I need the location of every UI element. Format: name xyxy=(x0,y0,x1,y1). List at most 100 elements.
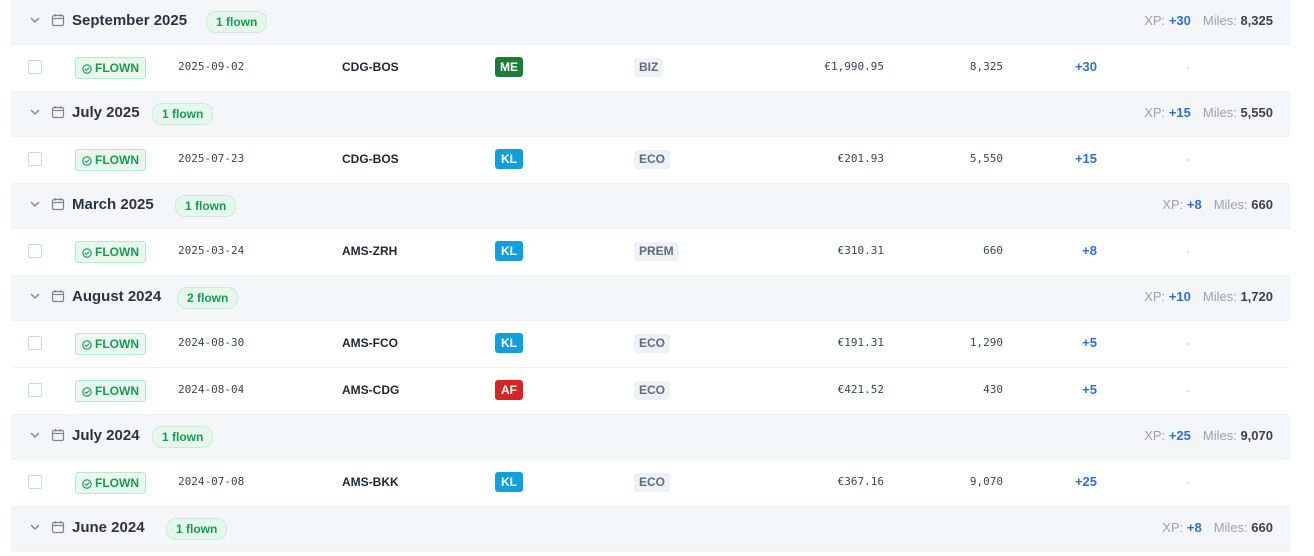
flight-date: 2025-03-24 xyxy=(178,244,245,257)
flight-price: €201.93 xyxy=(837,152,884,165)
flight-price: €310.31 xyxy=(837,244,884,257)
check-circle-icon xyxy=(82,61,95,75)
flight-miles: 5,550 xyxy=(969,152,1003,165)
check-circle-icon xyxy=(82,337,95,351)
flight-miles: 1,290 xyxy=(969,336,1003,349)
month-title: August 2024 xyxy=(72,288,162,305)
miles-label: Miles: xyxy=(1213,520,1248,535)
miles-label: Miles: xyxy=(1202,13,1237,28)
miles-label: Miles: xyxy=(1213,197,1248,212)
check-circle-icon xyxy=(82,476,95,490)
flight-miles: 8,325 xyxy=(969,60,1003,73)
flight-row[interactable]: FLOWN 2024-08-30 AMS-FCO KL ECO €191.31 1,290 +… xyxy=(11,321,1290,368)
month-title: March 2025 xyxy=(72,196,154,213)
flight-date: 2025-07-23 xyxy=(178,152,245,165)
flown-count-badge: 1 flown xyxy=(175,195,237,217)
flight-xp: +25 xyxy=(1074,474,1097,489)
flight-xp: +15 xyxy=(1074,151,1097,166)
cabin-class-badge: ECO xyxy=(634,334,671,353)
miles-total: 1,720 xyxy=(1240,289,1273,304)
check-circle-icon xyxy=(82,245,95,259)
calendar-icon xyxy=(51,13,65,27)
flight-date: 2024-08-04 xyxy=(178,383,245,396)
status-label: FLOWN xyxy=(95,337,139,351)
month-title: July 2025 xyxy=(72,104,140,121)
flight-route: AMS-ZRH xyxy=(342,244,398,258)
row-select-checkbox[interactable] xyxy=(28,336,42,350)
miles-label: Miles: xyxy=(1202,289,1237,304)
flight-xp: +30 xyxy=(1074,59,1097,74)
cabin-class-badge: ECO xyxy=(634,473,671,492)
row-select-checkbox[interactable] xyxy=(28,60,42,74)
calendar-icon xyxy=(51,105,65,119)
month-summary: XP: +8 Miles: 660 xyxy=(1162,507,1273,551)
check-circle-icon xyxy=(82,384,95,398)
xp-total: +8 xyxy=(1186,197,1202,212)
row-select-checkbox[interactable] xyxy=(28,383,42,397)
month-title: September 2025 xyxy=(72,12,188,29)
miles-total: 660 xyxy=(1251,197,1273,212)
xp-label: XP: xyxy=(1144,428,1166,443)
cabin-class-badge: ECO xyxy=(634,150,671,169)
status-badge: FLOWN xyxy=(75,149,146,171)
month-group-header[interactable]: June 2024 1 flown XP: +8 Miles: 660 xyxy=(11,507,1290,552)
empty-cell: - xyxy=(1186,60,1190,74)
flight-date: 2024-08-30 xyxy=(178,336,245,349)
calendar-icon xyxy=(51,289,65,303)
calendar-icon xyxy=(51,428,65,442)
chevron-down-icon[interactable] xyxy=(28,520,42,534)
flight-route: AMS-FCO xyxy=(342,336,398,350)
miles-label: Miles: xyxy=(1202,105,1237,120)
airline-badge: AF xyxy=(495,380,523,400)
xp-label: XP: xyxy=(1144,105,1166,120)
month-group-header[interactable]: September 2025 1 flown XP: +30 Miles: 8,325 xyxy=(11,0,1290,45)
status-badge: FLOWN xyxy=(75,57,146,79)
airline-badge: KL xyxy=(495,241,523,261)
flight-row[interactable]: FLOWN 2025-03-24 AMS-ZRH KL PREM €310.31 660 +8… xyxy=(11,229,1290,276)
flight-row[interactable]: FLOWN 2025-07-23 CDG-BOS KL ECO €201.93 5,550 +… xyxy=(11,137,1290,184)
flight-route: AMS-BKK xyxy=(342,475,399,489)
chevron-down-icon[interactable] xyxy=(28,289,42,303)
flown-count-badge: 1 flown xyxy=(152,426,214,448)
flight-price: €1,990.95 xyxy=(824,60,884,73)
chevron-down-icon[interactable] xyxy=(28,105,42,119)
status-label: FLOWN xyxy=(95,245,139,259)
xp-label: XP: xyxy=(1162,520,1184,535)
airline-badge: KL xyxy=(495,149,523,169)
row-select-checkbox[interactable] xyxy=(28,152,42,166)
flight-route: CDG-BOS xyxy=(342,60,399,74)
empty-cell: - xyxy=(1186,244,1190,258)
flight-row[interactable]: FLOWN 2024-07-08 AMS-BKK KL ECO €367.16 9,070 +… xyxy=(11,460,1290,507)
flight-xp: +8 xyxy=(1082,243,1097,258)
xp-total: +8 xyxy=(1186,520,1202,535)
month-title: June 2024 xyxy=(72,519,145,536)
flight-row[interactable]: FLOWN 2024-08-04 AMS-CDG AF ECO €421.52 430 +5 - xyxy=(11,368,1290,415)
airline-badge: KL xyxy=(495,472,523,492)
month-summary: XP: +15 Miles: 5,550 xyxy=(1144,92,1273,136)
chevron-down-icon[interactable] xyxy=(28,13,42,27)
empty-cell: - xyxy=(1186,152,1190,166)
calendar-icon xyxy=(51,520,65,534)
empty-cell: - xyxy=(1186,383,1190,397)
row-select-checkbox[interactable] xyxy=(28,475,42,489)
flight-miles: 430 xyxy=(983,383,1003,396)
row-select-checkbox[interactable] xyxy=(28,244,42,258)
miles-total: 8,325 xyxy=(1240,13,1273,28)
month-group-header[interactable]: July 2025 1 flown XP: +15 Miles: 5,550 xyxy=(11,92,1290,137)
flight-price: €367.16 xyxy=(837,475,884,488)
airline-badge: KL xyxy=(495,333,523,353)
month-summary: XP: +8 Miles: 660 xyxy=(1162,184,1273,228)
month-group-header[interactable]: March 2025 1 flown XP: +8 Miles: 660 xyxy=(11,184,1290,229)
month-group-header[interactable]: July 2024 1 flown XP: +25 Miles: 9,070 xyxy=(11,415,1290,460)
status-label: FLOWN xyxy=(95,384,139,398)
check-circle-icon xyxy=(82,153,95,167)
chevron-down-icon[interactable] xyxy=(28,428,42,442)
flight-route: AMS-CDG xyxy=(342,383,400,397)
month-summary: XP: +30 Miles: 8,325 xyxy=(1144,0,1273,44)
cabin-class-badge: PREM xyxy=(634,242,679,261)
month-group-header[interactable]: August 2024 2 flown XP: +10 Miles: 1,720 xyxy=(11,276,1290,321)
flight-row[interactable]: FLOWN 2025-09-02 CDG-BOS ME BIZ €1,990.95 8,32… xyxy=(11,45,1290,92)
chevron-down-icon[interactable] xyxy=(28,197,42,211)
flight-price: €421.52 xyxy=(837,383,884,396)
miles-total: 9,070 xyxy=(1240,428,1273,443)
